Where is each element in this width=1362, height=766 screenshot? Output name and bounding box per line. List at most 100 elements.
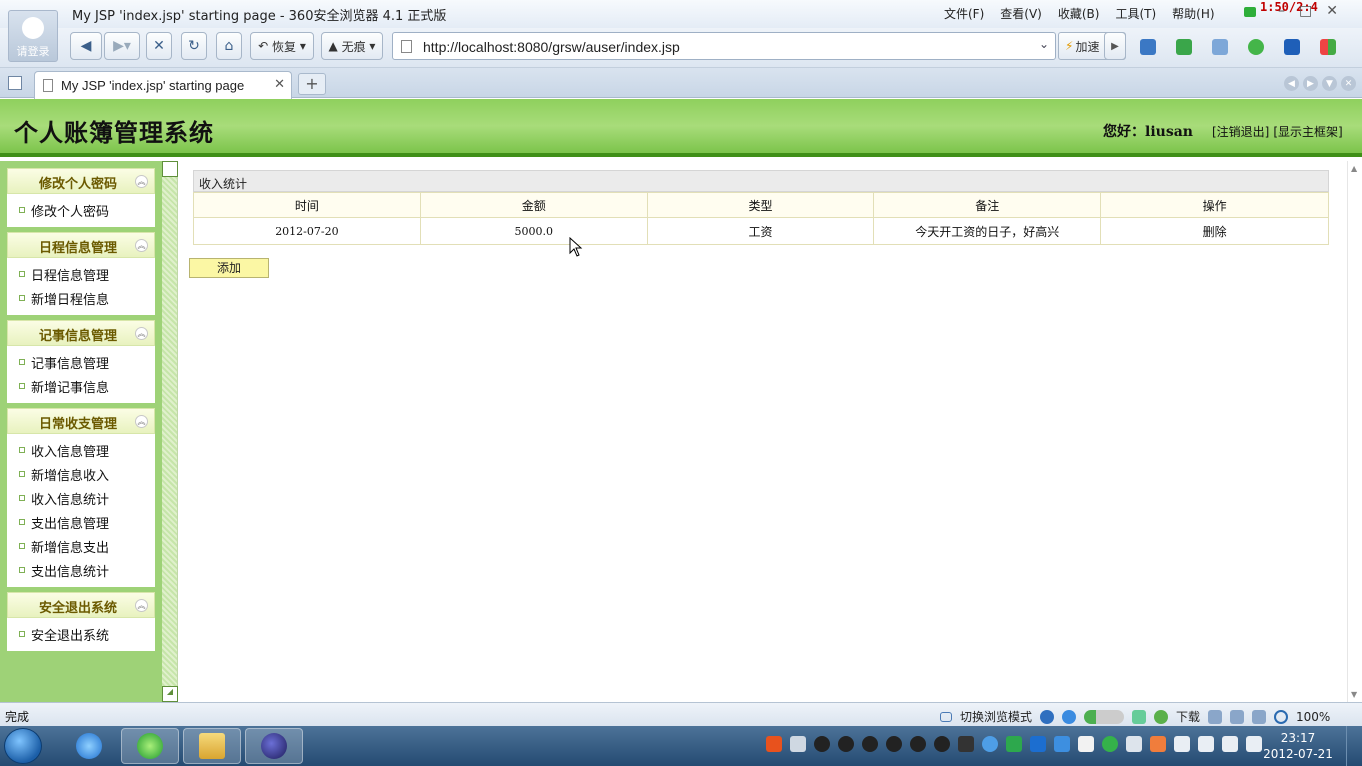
show-desktop-button[interactable] <box>1346 726 1362 766</box>
go-button[interactable]: ▶ <box>1104 32 1126 60</box>
tab-index[interactable]: My JSP 'index.jsp' starting page ✕ <box>34 71 292 99</box>
flag-icon[interactable] <box>1174 736 1190 752</box>
menu-item-income-add[interactable]: 新增信息收入 <box>7 462 155 486</box>
tray-app-icon[interactable] <box>1006 736 1022 752</box>
collapse-icon[interactable]: ︽ <box>135 239 148 252</box>
tab-scroll-right-icon[interactable]: ▶ <box>1303 76 1318 91</box>
delete-link[interactable]: 删除 <box>1100 217 1329 245</box>
address-bar[interactable]: http://localhost:8080/grsw/auser/index.j… <box>392 32 1056 60</box>
close-tab-icon[interactable]: ✕ <box>274 77 285 92</box>
globe-icon[interactable] <box>1062 709 1077 724</box>
tray-app-icon[interactable] <box>1126 736 1142 752</box>
tray-app-icon[interactable] <box>1198 736 1214 752</box>
frame-splitter[interactable]: ◢ <box>162 161 178 702</box>
calculator-icon[interactable] <box>1132 709 1147 724</box>
minimize-icon[interactable]: – <box>1278 3 1285 19</box>
menu-group-header[interactable]: 安全退出系统 ︽ <box>7 592 155 618</box>
taskbar-360-browser[interactable] <box>121 728 179 764</box>
menu-item-notes-add[interactable]: 新增记事信息 <box>7 374 155 398</box>
user-avatar[interactable]: 请登录 <box>8 10 58 62</box>
zoom-level[interactable]: 100% <box>1296 710 1330 724</box>
app-store-icon[interactable] <box>1140 39 1156 55</box>
splitter-top-handle[interactable] <box>162 161 178 177</box>
qq-icon[interactable] <box>910 736 926 752</box>
content-scrollbar[interactable]: ▲ ▼ <box>1347 161 1362 702</box>
qq-icon[interactable] <box>814 736 830 752</box>
menu-item-income-manage[interactable]: 收入信息管理 <box>7 438 155 462</box>
stop-button[interactable]: ✕ <box>146 32 172 60</box>
tray-app-icon[interactable] <box>982 736 998 752</box>
incognito-button[interactable]: ▲ 无痕 ▾ <box>321 32 383 60</box>
qq-icon[interactable] <box>934 736 950 752</box>
scroll-up-icon[interactable]: ▲ <box>1351 164 1357 173</box>
menu-group-header[interactable]: 日常收支管理 ︽ <box>7 408 155 434</box>
new-tab-button[interactable]: + <box>298 73 326 95</box>
tray-app-icon[interactable] <box>790 736 806 752</box>
menu-favorites[interactable]: 收藏(B) <box>1058 5 1100 22</box>
back-button[interactable]: ◀ <box>70 32 102 60</box>
skin-icon[interactable] <box>1244 7 1256 17</box>
tray-app-icon[interactable] <box>1030 736 1046 752</box>
menu-group-header[interactable]: 日程信息管理 ︽ <box>7 232 155 258</box>
grid-apps-icon[interactable] <box>1320 39 1336 55</box>
menu-item-expense-manage[interactable]: 支出信息管理 <box>7 510 155 534</box>
volume-icon[interactable] <box>1246 736 1262 752</box>
refresh-button[interactable]: ↻ <box>181 32 207 60</box>
menu-item-change-password[interactable]: 修改个人密码 <box>7 198 155 222</box>
taskbar-ie[interactable] <box>60 728 118 764</box>
close-window-icon[interactable]: ✕ <box>1326 3 1338 19</box>
translate-icon[interactable] <box>1176 39 1192 55</box>
qq-icon[interactable] <box>862 736 878 752</box>
screenshot-icon[interactable] <box>1212 39 1228 55</box>
toggle-switch-icon[interactable] <box>1084 709 1125 724</box>
maximize-icon[interactable]: □ <box>1299 3 1312 19</box>
tray-app-icon[interactable] <box>958 736 974 752</box>
menu-group-header[interactable]: 修改个人密码 ︽ <box>7 168 155 194</box>
collapse-icon[interactable]: ︽ <box>135 327 148 340</box>
windows-start-icon[interactable] <box>4 728 42 764</box>
tray-app-icon[interactable] <box>766 736 782 752</box>
taskbar-clock[interactable]: 23:17 2012-07-21 <box>1262 730 1334 762</box>
download-label[interactable]: 下载 <box>1176 708 1200 725</box>
add-button[interactable]: 添加 <box>189 258 269 278</box>
sync-icon[interactable] <box>1102 736 1118 752</box>
qq-icon[interactable] <box>886 736 902 752</box>
menu-item-income-stats[interactable]: 收入信息统计 <box>7 486 155 510</box>
taskbar-eclipse[interactable] <box>245 728 303 764</box>
menu-item-expense-stats[interactable]: 支出信息统计 <box>7 558 155 582</box>
tab-list-icon[interactable]: ▼ <box>1322 76 1337 91</box>
collapse-icon[interactable]: ︽ <box>135 415 148 428</box>
splitter-bottom-arrow-icon[interactable]: ◢ <box>162 686 178 702</box>
collapse-icon[interactable]: ︽ <box>135 175 148 188</box>
taskbar-explorer[interactable] <box>183 728 241 764</box>
screen-icon[interactable] <box>1230 709 1245 724</box>
tray-app-icon[interactable] <box>1078 736 1094 752</box>
tab-scroll-left-icon[interactable]: ◀ <box>1284 76 1299 91</box>
mode-switch-label[interactable]: 切换浏览模式 <box>960 708 1032 725</box>
video-icon[interactable] <box>1284 39 1300 55</box>
show-frame-link[interactable]: [显示主框架] <box>1273 123 1342 140</box>
menu-item-safe-exit[interactable]: 安全退出系统 <box>7 622 155 646</box>
network-icon[interactable] <box>1222 736 1238 752</box>
menu-item-expense-add[interactable]: 新增信息支出 <box>7 534 155 558</box>
menu-tools[interactable]: 工具(T) <box>1115 5 1156 22</box>
logout-link[interactable]: [注销退出] <box>1212 123 1269 140</box>
print-icon[interactable] <box>1208 709 1223 724</box>
volume-icon[interactable] <box>1252 709 1267 724</box>
qq-icon[interactable] <box>838 736 854 752</box>
menu-group-header[interactable]: 记事信息管理 ︽ <box>7 320 155 346</box>
ie-mode-icon[interactable] <box>1040 709 1055 724</box>
collapse-icon[interactable]: ︽ <box>135 599 148 612</box>
home-button[interactable]: ⌂ <box>216 32 242 60</box>
tray-app-icon[interactable] <box>1150 736 1166 752</box>
menu-item-notes-manage[interactable]: 记事信息管理 <box>7 350 155 374</box>
menu-item-schedule-add[interactable]: 新增日程信息 <box>7 286 155 310</box>
restore-button[interactable]: ↶ 恢复 ▾ <box>250 32 314 60</box>
menu-file[interactable]: 文件(F) <box>944 5 984 22</box>
scroll-down-icon[interactable]: ▼ <box>1351 690 1357 699</box>
menu-view[interactable]: 查看(V) <box>1000 5 1042 22</box>
menu-item-schedule-manage[interactable]: 日程信息管理 <box>7 262 155 286</box>
security-icon[interactable] <box>1248 39 1264 55</box>
sidebar-toggle-icon[interactable] <box>8 76 22 90</box>
tab-close-all-icon[interactable]: ✕ <box>1341 76 1356 91</box>
